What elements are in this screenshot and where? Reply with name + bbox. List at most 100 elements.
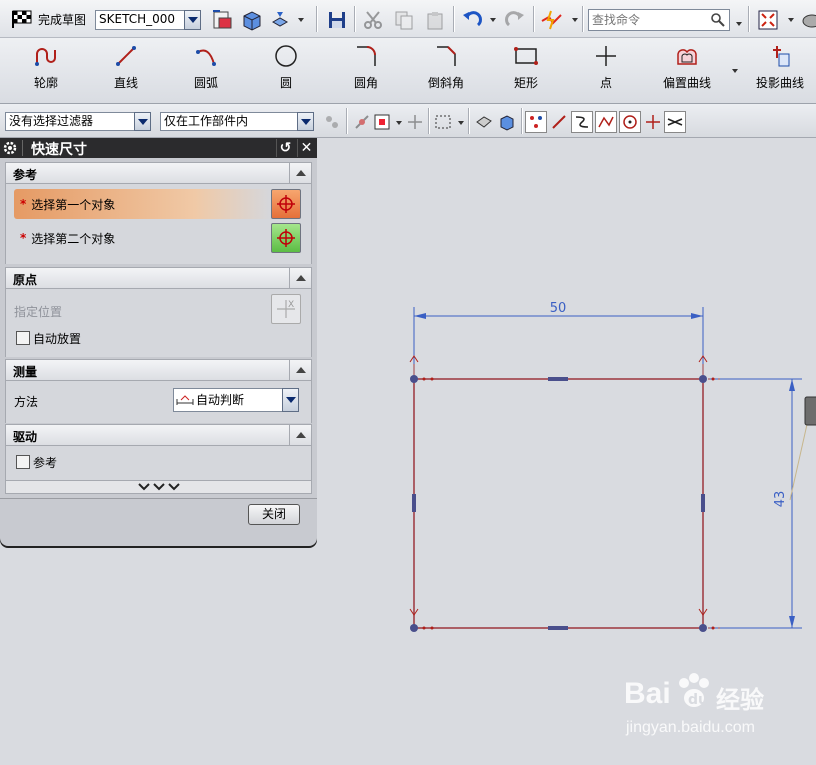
method-dropdown[interactable]: [282, 388, 299, 412]
finder-dropdown-icon[interactable]: [572, 18, 578, 22]
command-finder-icon[interactable]: [538, 8, 566, 32]
collapse-icon[interactable]: [289, 163, 311, 183]
project-curve-icon: [773, 46, 790, 67]
finish-sketch-icon[interactable]: [10, 9, 34, 29]
sketch-name-select[interactable]: SKETCH_000: [95, 10, 185, 30]
dialog-title-bar: 快速尺寸 ↺ ✕: [0, 138, 317, 158]
offset-curve-tool-label: 偏置曲线: [662, 76, 711, 90]
undo-dropdown-icon[interactable]: [490, 18, 496, 22]
arc-tool-button[interactable]: 圆弧: [171, 42, 241, 100]
finish-sketch-label[interactable]: 完成草图: [38, 11, 86, 28]
search-dropdown-icon[interactable]: [736, 22, 742, 26]
view-dropdown-icon[interactable]: [788, 18, 794, 22]
reset-icon[interactable]: ↺: [276, 139, 294, 157]
svg-text:X: X: [288, 300, 294, 310]
dimension-drag-handle[interactable]: [804, 396, 816, 426]
sketch-curve-toolbar: 轮廓 直线 圆弧 圆 圆角 倒斜角 矩形 点 偏置曲线 投影曲线: [0, 38, 816, 104]
selection-filter-dropdown[interactable]: [134, 112, 151, 131]
collapse-icon[interactable]: [289, 268, 311, 288]
specify-location-label: 指定位置: [14, 305, 63, 319]
circle-tool-label: 圆: [279, 76, 292, 90]
undo-icon[interactable]: [460, 8, 484, 32]
body-select-icon[interactable]: [497, 112, 517, 132]
select-second-object-label: 选择第二个对象: [31, 231, 116, 246]
filter-settings-icon[interactable]: [322, 112, 342, 132]
required-icon: *: [20, 231, 27, 245]
sketch-drawing: 50 43: [409, 301, 816, 632]
rect-select-dropdown-icon[interactable]: [458, 121, 464, 125]
snap-icon[interactable]: [352, 112, 372, 132]
rapid-dimension-dialog: 快速尺寸 ↺ ✕ 参考 * 选择第一个对象 * 选择第二个对象 原点 指定位置 …: [0, 138, 317, 546]
collapse-icon[interactable]: [289, 360, 311, 380]
save-icon[interactable]: [325, 8, 349, 32]
select-intent-icon[interactable]: [405, 112, 425, 132]
update-model-icon[interactable]: [268, 8, 292, 32]
offset-dropdown-icon[interactable]: [732, 69, 738, 73]
height-dimension[interactable]: 43: [709, 378, 802, 629]
dialog-settings-icon[interactable]: [2, 140, 20, 156]
select-second-object-row[interactable]: * 选择第二个对象: [14, 223, 272, 253]
chamfer-tool-button[interactable]: 倒斜角: [411, 42, 481, 100]
profile-tool-button[interactable]: 轮廓: [11, 42, 81, 100]
search-icon[interactable]: [710, 12, 726, 28]
search-command-input[interactable]: [588, 9, 730, 31]
select-face-icon[interactable]: [372, 112, 392, 132]
snap-line-icon[interactable]: [549, 112, 569, 132]
arc-icon: [196, 49, 216, 66]
close-button[interactable]: 关闭: [248, 504, 300, 525]
redo-icon[interactable]: [503, 8, 527, 32]
select-first-object-row[interactable]: * 选择第一个对象: [14, 189, 272, 219]
collapse-icon[interactable]: [289, 425, 311, 445]
reattach-icon[interactable]: [210, 8, 234, 32]
select-first-object-button[interactable]: [271, 189, 301, 219]
close-icon[interactable]: ✕: [297, 139, 315, 157]
select-second-object-button[interactable]: [271, 223, 301, 253]
snap-point-icon[interactable]: [643, 112, 663, 132]
snap-curve-icon[interactable]: [571, 111, 593, 133]
dialog-body: 参考 * 选择第一个对象 * 选择第二个对象 原点 指定位置 X 自动放置 测量…: [5, 162, 312, 494]
rectangle-tool-button[interactable]: 矩形: [491, 42, 561, 100]
update-dropdown-icon[interactable]: [298, 18, 304, 22]
method-value: 自动判断: [196, 393, 245, 407]
sketch-name-dropdown[interactable]: [184, 10, 201, 30]
measurement-section-header[interactable]: 测量: [5, 359, 312, 381]
selection-filter-select[interactable]: 没有选择过滤器: [5, 112, 135, 131]
snap-intersect-icon[interactable]: [664, 111, 686, 133]
orient-view-icon[interactable]: [240, 8, 264, 32]
specify-location-button[interactable]: X: [271, 294, 301, 324]
circle-tool-button[interactable]: 圆: [251, 42, 321, 100]
paste-icon[interactable]: [423, 8, 447, 32]
graphics-window[interactable]: 50 43 Bai du 经验 jingyan.baidu.com: [317, 138, 816, 765]
line-tool-button[interactable]: 直线: [91, 42, 161, 100]
auto-infer-icon: [176, 394, 194, 409]
rectangle-icon: [514, 47, 538, 65]
scope-select[interactable]: 仅在工作部件内: [160, 112, 298, 131]
render-style-icon[interactable]: [798, 8, 816, 32]
rectangle-sketch[interactable]: [409, 355, 720, 632]
origin-section-header[interactable]: 原点: [5, 267, 312, 289]
snap-center-icon[interactable]: [619, 111, 641, 133]
rect-select-icon[interactable]: [433, 112, 453, 132]
project-curve-tool-button[interactable]: 投影曲线: [745, 42, 815, 100]
auto-place-checkbox[interactable]: [16, 331, 30, 345]
fillet-tool-label: 圆角: [353, 76, 378, 90]
offset-curve-tool-button[interactable]: 偏置曲线: [652, 42, 722, 100]
more-options-toggle[interactable]: [5, 480, 312, 494]
watermark-url: jingyan.baidu.com: [626, 719, 755, 736]
paw-logo-icon: du: [679, 673, 709, 708]
select-dropdown-icon[interactable]: [396, 121, 402, 125]
cut-icon[interactable]: [361, 8, 385, 32]
scope-dropdown[interactable]: [297, 112, 314, 131]
width-dimension[interactable]: 50: [413, 301, 704, 374]
snap-endpoint-icon[interactable]: [525, 111, 547, 133]
driving-section-header[interactable]: 驱动: [5, 424, 312, 446]
fit-view-icon[interactable]: [756, 8, 780, 32]
solid-select-icon[interactable]: [474, 112, 494, 132]
fillet-tool-button[interactable]: 圆角: [331, 42, 401, 100]
point-tool-button[interactable]: 点: [571, 42, 641, 100]
copy-icon[interactable]: [392, 8, 416, 32]
point-tool-label: 点: [599, 76, 612, 90]
reference-checkbox[interactable]: [16, 455, 30, 469]
reference-section-header[interactable]: 参考: [5, 162, 312, 184]
snap-spline-icon[interactable]: [595, 111, 617, 133]
